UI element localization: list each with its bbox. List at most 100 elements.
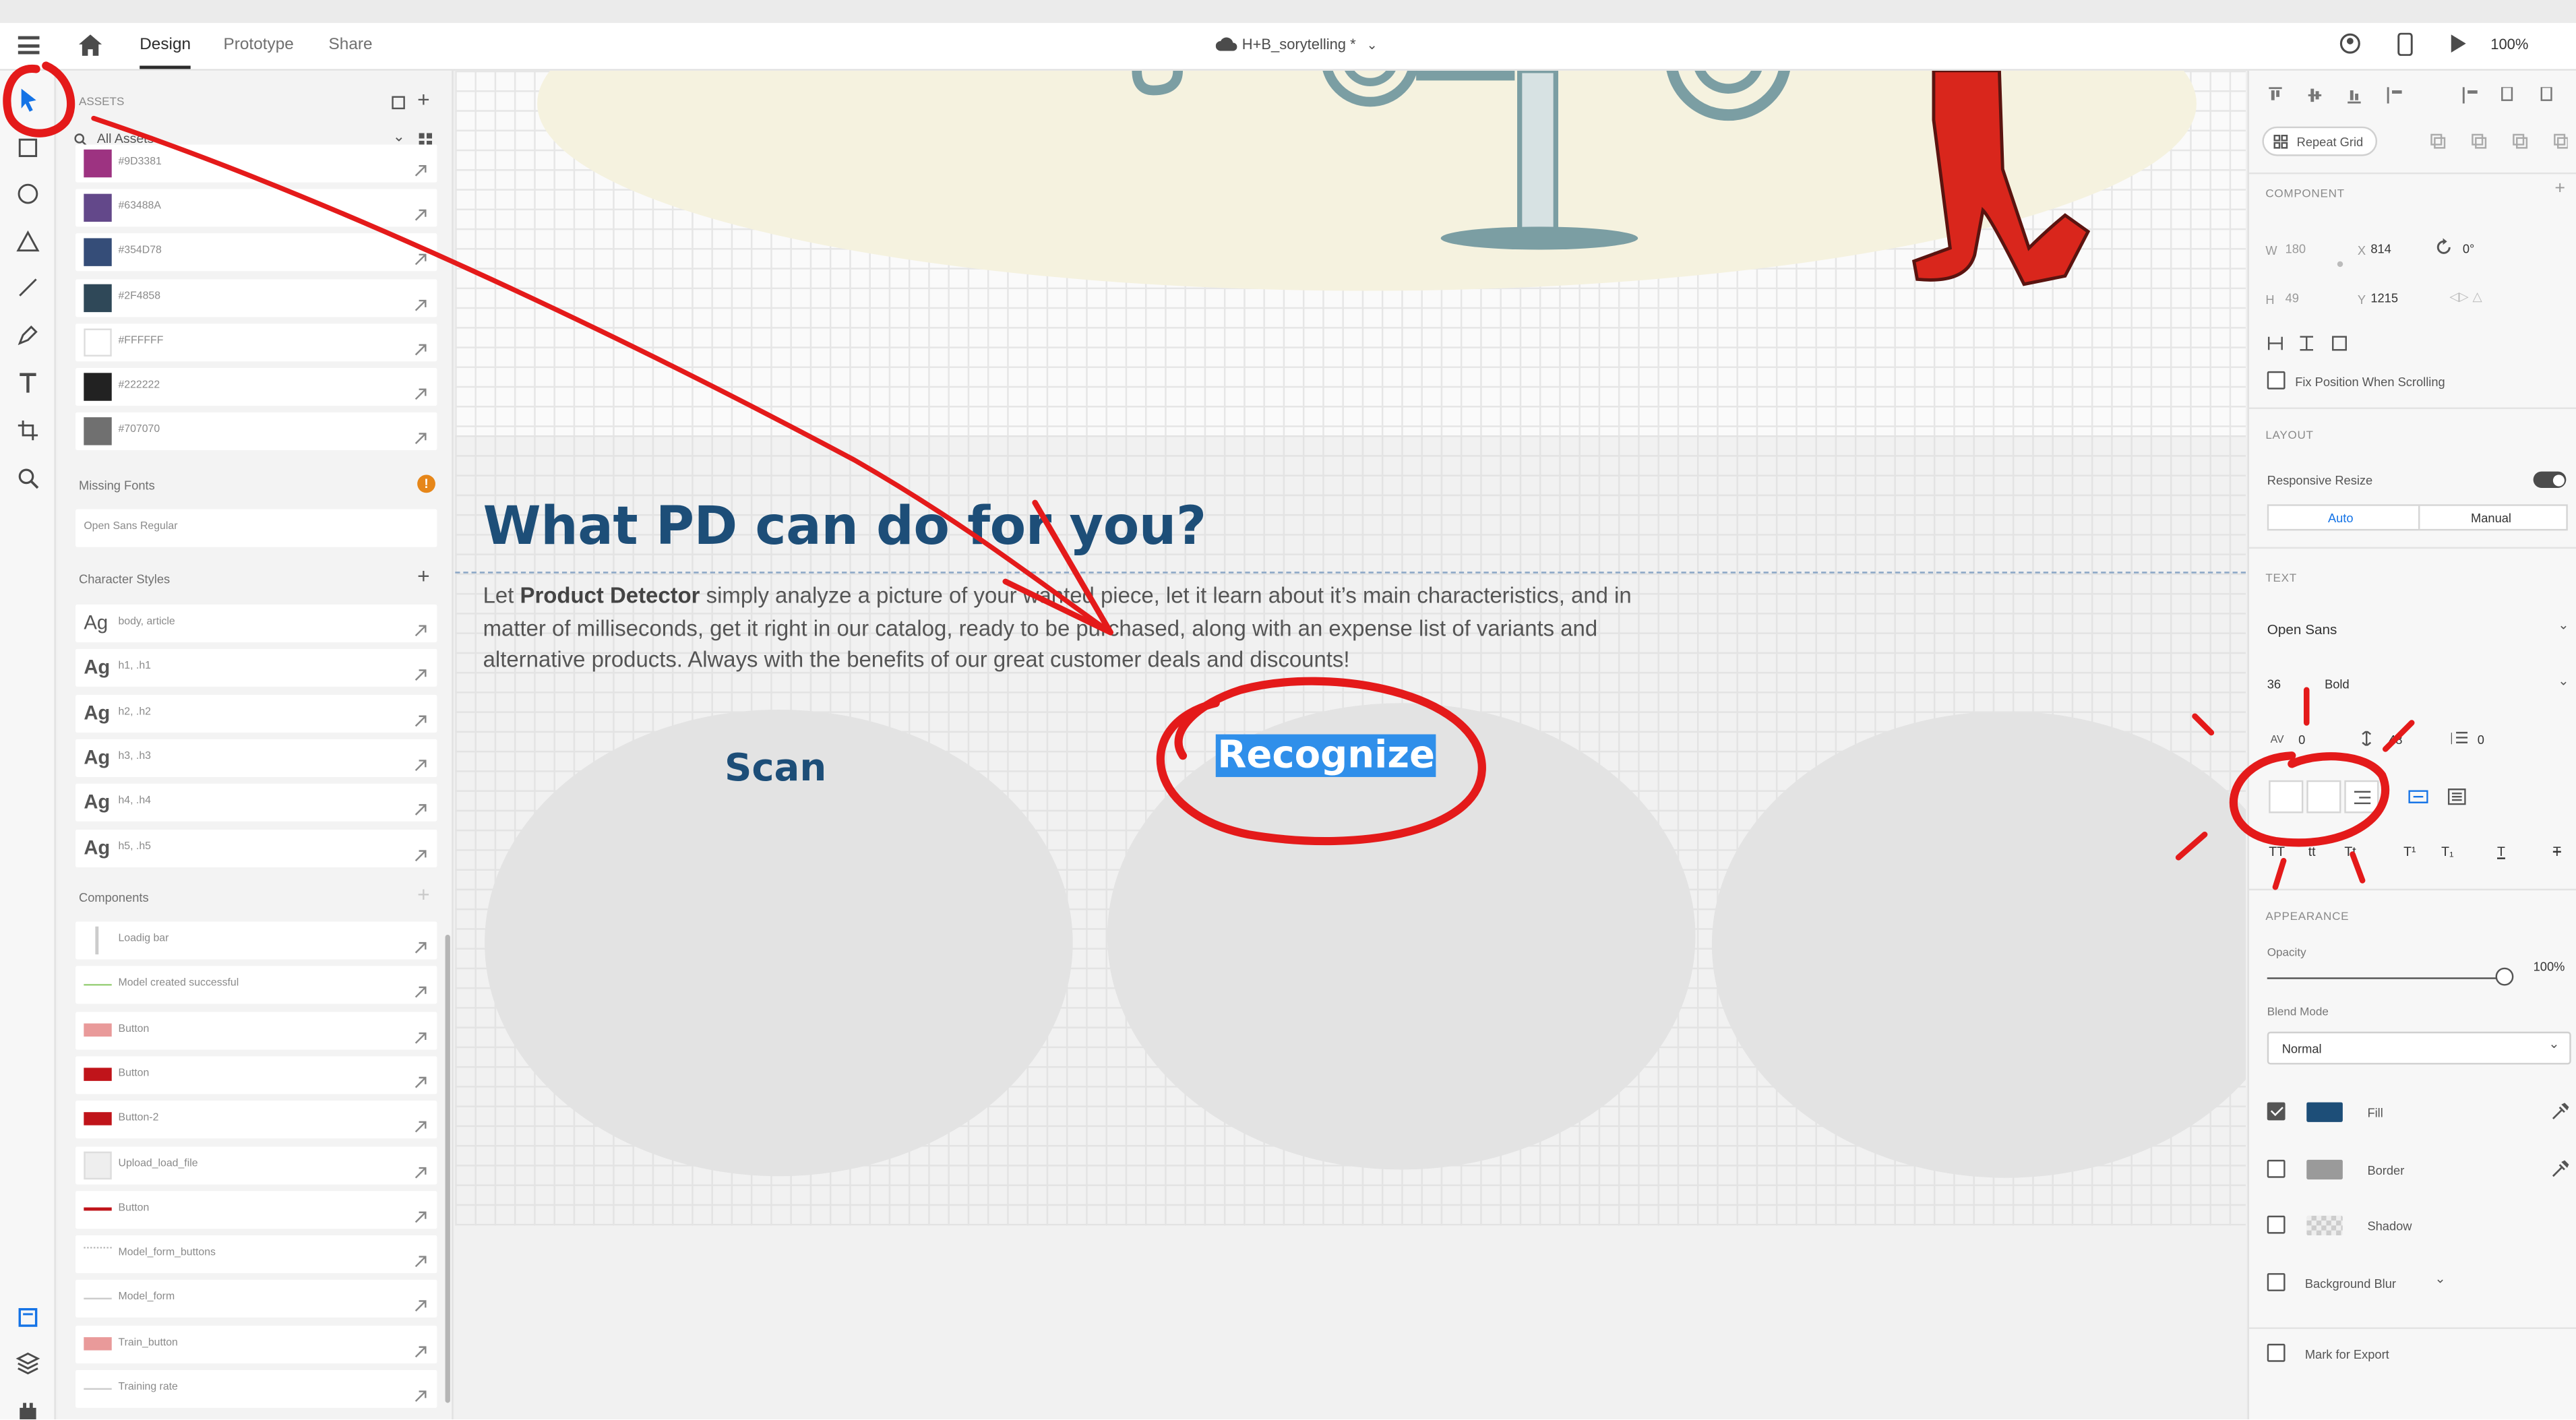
section-body-text[interactable]: Let Product Detector simply analyze a pi… xyxy=(483,580,1699,676)
repeat-grid-button[interactable]: Repeat Grid xyxy=(2262,126,2378,156)
resize-manual-button[interactable]: Manual xyxy=(2471,511,2511,526)
component-row[interactable]: Training rate xyxy=(75,1369,437,1408)
add-asset-icon[interactable]: + xyxy=(417,87,430,112)
tab-prototype[interactable]: Prototype xyxy=(224,36,294,55)
color-swatch-row[interactable]: #354D78 xyxy=(75,234,437,272)
flip-horizontal-icon[interactable]: ◁▷ xyxy=(2449,289,2468,304)
opacity-value[interactable]: 100% xyxy=(2534,960,2565,975)
recognize-label[interactable]: Recognize xyxy=(1215,734,1437,777)
section-heading[interactable]: What PD can do for you? xyxy=(483,495,1206,557)
character-style-row[interactable]: Ag body, article xyxy=(75,605,437,643)
add-component-state-icon[interactable]: + xyxy=(2554,179,2565,199)
character-style-row[interactable]: Ag h1, .h1 xyxy=(75,649,437,687)
color-swatch-row[interactable]: #63488A xyxy=(75,189,437,227)
subscript-icon[interactable]: T₁ xyxy=(2441,844,2454,859)
link-icon[interactable] xyxy=(414,201,427,221)
assets-panel-icon[interactable] xyxy=(15,1304,41,1330)
link-icon[interactable] xyxy=(414,661,427,681)
component-row[interactable]: Upload_load_file xyxy=(75,1146,437,1184)
link-icon[interactable] xyxy=(414,1157,427,1178)
fixed-size-icon[interactable] xyxy=(2447,789,2466,805)
link-icon[interactable] xyxy=(414,1382,427,1402)
x-value[interactable]: 814 xyxy=(2370,241,2391,256)
rotation-value[interactable]: 0° xyxy=(2463,241,2474,256)
scan-label[interactable]: Scan xyxy=(725,747,826,790)
strikethrough-icon[interactable]: T xyxy=(2553,844,2561,859)
ellipse-tool-icon[interactable] xyxy=(15,181,41,207)
link-icon[interactable] xyxy=(414,1292,427,1312)
link-icon[interactable] xyxy=(414,1068,427,1088)
zoom-level[interactable]: 100% xyxy=(2490,36,2528,53)
add-character-style-icon[interactable]: + xyxy=(417,563,430,588)
chevron-down-icon[interactable]: ⌄ xyxy=(393,128,405,146)
character-style-row[interactable]: Ag h5, .h5 xyxy=(75,828,437,867)
line-tool-icon[interactable] xyxy=(15,274,41,301)
user-icon[interactable] xyxy=(2339,33,2361,55)
play-icon[interactable] xyxy=(2449,34,2466,53)
link-icon[interactable] xyxy=(414,1336,427,1357)
link-icon[interactable] xyxy=(414,1023,427,1043)
shadow-checkbox[interactable] xyxy=(2267,1215,2286,1234)
rectangle-tool-icon[interactable] xyxy=(15,135,41,161)
boolean-ops-icons[interactable] xyxy=(2430,133,2568,149)
lowercase-icon[interactable]: tt xyxy=(2308,844,2316,859)
width-value[interactable]: 180 xyxy=(2286,241,2306,256)
color-swatch-row[interactable]: #222222 xyxy=(75,368,437,406)
missing-font-row[interactable]: Open Sans Regular xyxy=(75,509,437,547)
mark-for-export-checkbox[interactable] xyxy=(2267,1343,2286,1362)
blend-mode-dropdown[interactable]: Normal ⌄ xyxy=(2267,1031,2571,1065)
link-icon[interactable] xyxy=(414,1202,427,1223)
opacity-slider[interactable] xyxy=(2267,977,2506,979)
background-blur-checkbox[interactable] xyxy=(2267,1273,2286,1291)
character-style-row[interactable]: Ag h4, .h4 xyxy=(75,784,437,822)
design-canvas[interactable]: What PD can do for you? Let Product Dete… xyxy=(455,70,2246,1419)
assets-scrollbar[interactable] xyxy=(445,934,450,1403)
chevron-down-icon[interactable]: ⌄ xyxy=(2558,673,2569,688)
align-left-button[interactable] xyxy=(2269,780,2304,813)
link-icon[interactable] xyxy=(414,379,427,400)
color-swatch-row[interactable]: #9D3381 xyxy=(75,144,437,183)
zoom-tool-icon[interactable] xyxy=(15,465,41,491)
open-library-icon[interactable] xyxy=(391,95,406,110)
component-row[interactable]: Button xyxy=(75,1056,437,1094)
link-icon[interactable] xyxy=(414,1113,427,1133)
component-row[interactable]: Button xyxy=(75,1190,437,1229)
component-row[interactable]: Button-2 xyxy=(75,1101,437,1139)
link-icon[interactable] xyxy=(414,751,427,771)
titlecase-icon[interactable]: Tt xyxy=(2344,844,2356,859)
underline-icon[interactable]: T xyxy=(2497,844,2505,859)
home-icon[interactable] xyxy=(79,34,102,56)
superscript-icon[interactable]: T¹ xyxy=(2403,844,2416,859)
character-style-row[interactable]: Ag h3, .h3 xyxy=(75,739,437,777)
fill-checkbox[interactable] xyxy=(2267,1102,2286,1121)
font-size-value[interactable]: 36 xyxy=(2267,677,2281,691)
fill-swatch[interactable] xyxy=(2306,1102,2343,1122)
component-row[interactable]: Model created successful xyxy=(75,966,437,1005)
plugins-icon[interactable] xyxy=(15,1398,41,1419)
chevron-down-icon[interactable]: ⌄ xyxy=(1367,38,1378,53)
component-row[interactable]: Loadig bar xyxy=(75,921,437,960)
lock-aspect-icon[interactable]: ● xyxy=(2336,256,2344,271)
eyedropper-icon[interactable] xyxy=(2551,1103,2569,1121)
auto-width-icon[interactable] xyxy=(2408,790,2428,803)
color-swatch-row[interactable]: #2F4858 xyxy=(75,278,437,317)
align-right-button[interactable] xyxy=(2344,780,2379,813)
shadow-swatch[interactable] xyxy=(2306,1215,2343,1235)
color-swatch-row[interactable]: #707070 xyxy=(75,412,437,451)
link-icon[interactable] xyxy=(414,156,427,177)
tab-share[interactable]: Share xyxy=(329,36,373,55)
height-value[interactable]: 49 xyxy=(2286,290,2299,305)
char-spacing-value[interactable]: 0 xyxy=(2298,733,2305,747)
artboard-tool-icon[interactable] xyxy=(15,417,41,443)
select-tool-icon[interactable] xyxy=(15,87,41,113)
chevron-down-icon[interactable]: ⌄ xyxy=(2434,1272,2445,1287)
eyedropper-icon[interactable] xyxy=(2551,1160,2569,1178)
y-value[interactable]: 1215 xyxy=(2370,290,2398,305)
line-spacing-value[interactable]: 48 xyxy=(2389,733,2402,747)
polygon-tool-icon[interactable] xyxy=(15,228,41,255)
color-swatch-row[interactable]: #FFFFFF xyxy=(75,323,437,361)
paragraph-spacing-value[interactable]: 0 xyxy=(2478,733,2484,747)
responsive-constraint-icons[interactable] xyxy=(2267,335,2366,351)
tab-design[interactable]: Design xyxy=(140,36,191,69)
device-preview-icon[interactable] xyxy=(2397,32,2413,56)
